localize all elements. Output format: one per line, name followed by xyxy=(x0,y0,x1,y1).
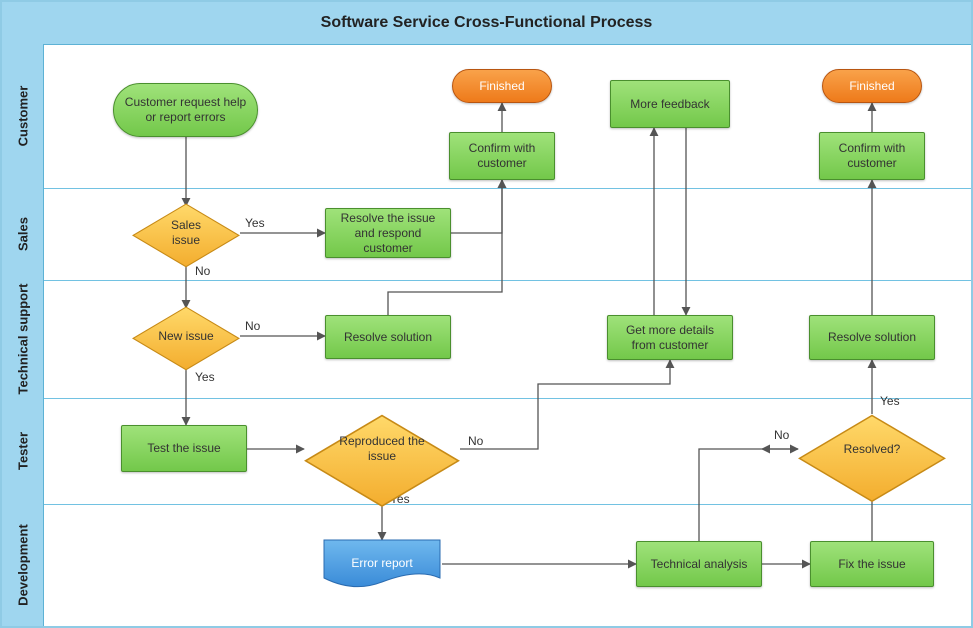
node-label: Get more details from customer xyxy=(614,323,726,353)
node-label: More feedback xyxy=(630,97,709,112)
node-label: Resolved? xyxy=(826,442,919,457)
node-resolved: Resolved? xyxy=(798,414,946,484)
edge-label-yes: Yes xyxy=(880,394,900,408)
node-label: Finished xyxy=(849,79,894,94)
node-resolve-solution: Resolve solution xyxy=(325,315,451,359)
node-new-issue: New issue xyxy=(132,306,240,366)
node-resolve-solution: Resolve solution xyxy=(809,315,935,360)
node-start: Customer request help or report errors xyxy=(113,83,258,137)
node-confirm-customer: Confirm with customer xyxy=(449,132,555,180)
node-label: New issue xyxy=(140,329,231,344)
edge-label-yes: Yes xyxy=(195,370,215,384)
node-error-report: Error report xyxy=(322,538,442,588)
node-finish: Finished xyxy=(452,69,552,103)
diagram-frame: Software Service Cross-Functional Proces… xyxy=(0,0,973,628)
node-finish: Finished xyxy=(822,69,922,103)
node-more-feedback: More feedback xyxy=(610,80,730,128)
node-label: Finished xyxy=(479,79,524,94)
node-label: Resolve solution xyxy=(344,330,432,345)
node-label: Sales issue xyxy=(138,218,234,248)
edge-label-no: No xyxy=(245,319,260,333)
node-fix-issue: Fix the issue xyxy=(810,541,934,587)
node-label: Reproduced the issue xyxy=(310,434,454,464)
node-confirm-customer: Confirm with customer xyxy=(819,132,925,180)
node-label: Resolve solution xyxy=(828,330,916,345)
node-sales-issue: Sales issue xyxy=(132,203,240,263)
node-label: Error report xyxy=(333,556,430,571)
node-label: Test the issue xyxy=(147,441,220,456)
node-label: Customer request help or report errors xyxy=(120,95,251,125)
node-label: Resolve the issue and respond customer xyxy=(332,211,444,256)
node-get-details: Get more details from customer xyxy=(607,315,733,360)
node-label: Fix the issue xyxy=(838,557,905,572)
edge-label-no: No xyxy=(774,428,789,442)
node-reproduced: Reproduced the issue xyxy=(304,414,460,484)
node-label: Technical analysis xyxy=(651,557,748,572)
node-technical-analysis: Technical analysis xyxy=(636,541,762,587)
edge-label-no: No xyxy=(468,434,483,448)
node-resolve-respond: Resolve the issue and respond customer xyxy=(325,208,451,258)
node-label: Confirm with customer xyxy=(826,141,918,171)
node-label: Confirm with customer xyxy=(456,141,548,171)
node-test-issue: Test the issue xyxy=(121,425,247,472)
edge-label-yes: Yes xyxy=(245,216,265,230)
